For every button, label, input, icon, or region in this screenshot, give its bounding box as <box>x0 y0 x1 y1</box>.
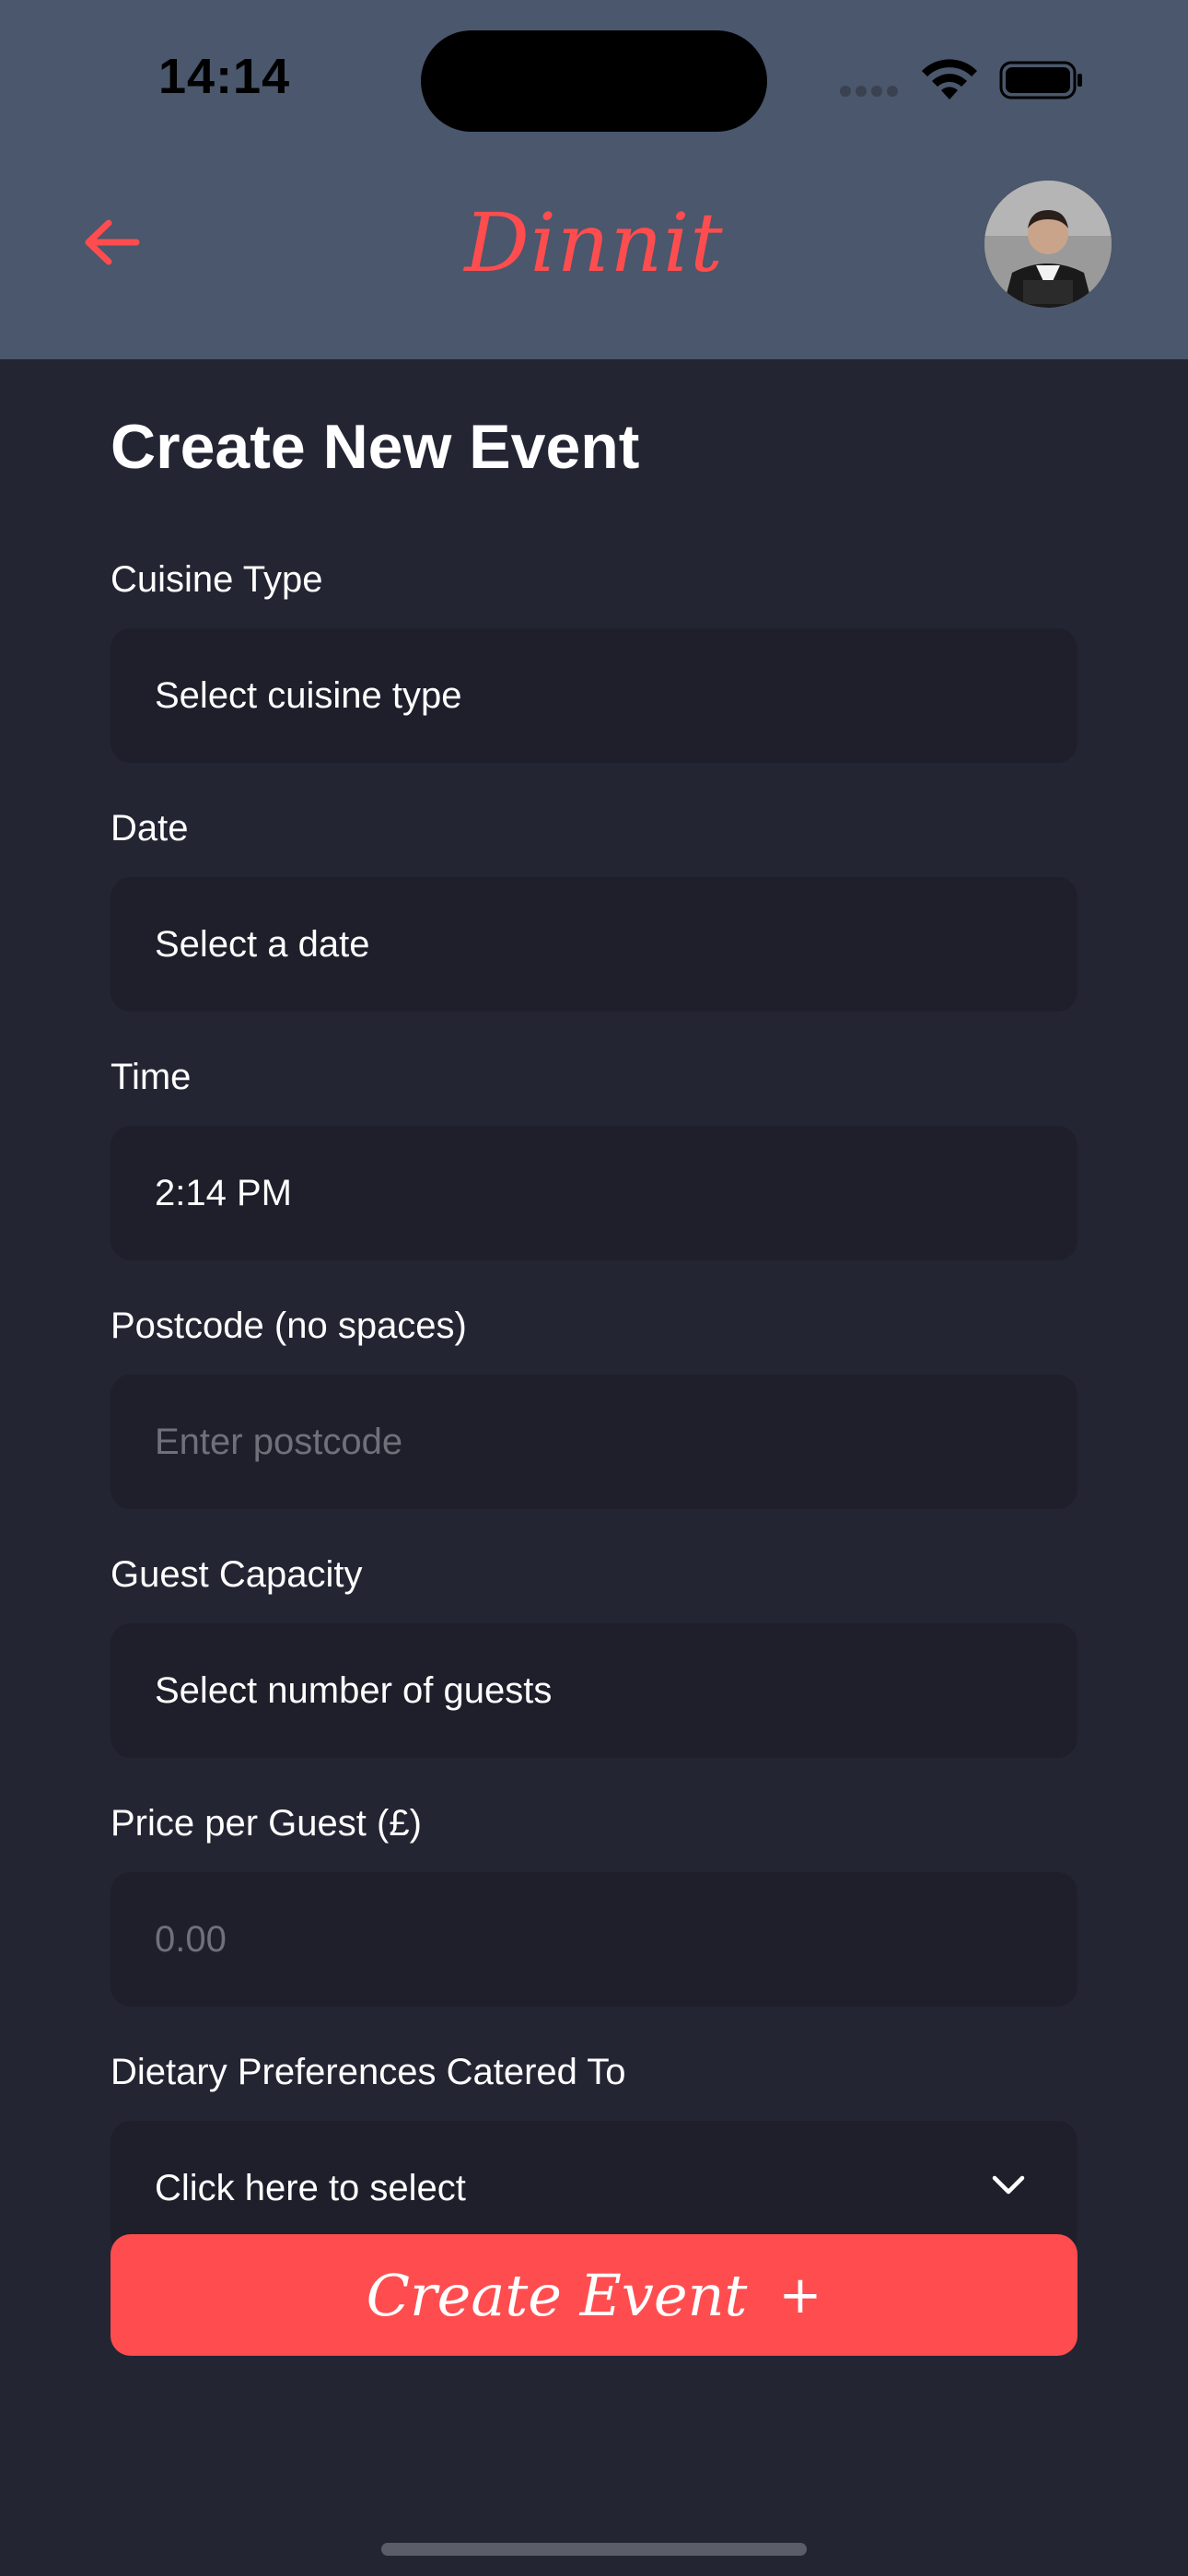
cuisine-type-select[interactable]: Select cuisine type <box>111 628 1077 763</box>
wifi-icon <box>922 59 977 100</box>
cuisine-type-value: Select cuisine type <box>155 674 462 716</box>
chevron-down-icon <box>992 2175 1025 2195</box>
guest-capacity-label: Guest Capacity <box>111 1554 363 1595</box>
create-event-label: Create Event <box>366 2261 748 2329</box>
dietary-preferences-label: Dietary Preferences Catered To <box>111 2052 626 2092</box>
dietary-preferences-value: Click here to select <box>155 2167 466 2208</box>
avatar-image <box>984 181 1112 308</box>
status-time: 14:14 <box>158 49 291 104</box>
battery-icon <box>999 61 1082 100</box>
back-arrow-icon[interactable] <box>81 212 142 273</box>
price-placeholder: 0.00 <box>155 1918 227 1960</box>
create-event-button[interactable]: Create Event + <box>111 2234 1077 2356</box>
app-logo: Dinnit <box>464 195 724 290</box>
guest-capacity-select[interactable]: Select number of guests <box>111 1623 1077 1758</box>
plus-icon: + <box>778 2265 822 2325</box>
postcode-placeholder: Enter postcode <box>155 1421 403 1462</box>
postcode-input[interactable]: Enter postcode <box>111 1375 1077 1509</box>
price-per-guest-input[interactable]: 0.00 <box>111 1872 1077 2007</box>
time-label: Time <box>111 1057 192 1097</box>
cellular-signal-icon <box>840 85 906 100</box>
home-indicator[interactable] <box>381 2543 807 2556</box>
cuisine-type-label: Cuisine Type <box>111 559 323 600</box>
date-label: Date <box>111 808 189 849</box>
guest-capacity-value: Select number of guests <box>155 1669 553 1711</box>
user-avatar[interactable] <box>984 181 1112 308</box>
time-picker[interactable]: 2:14 PM <box>111 1126 1077 1260</box>
postcode-label: Postcode (no spaces) <box>111 1306 467 1346</box>
dynamic-island <box>421 30 767 132</box>
date-picker[interactable]: Select a date <box>111 877 1077 1012</box>
time-value: 2:14 PM <box>155 1172 292 1213</box>
app-header: 14:14 Dinnit <box>0 0 1188 359</box>
page-title: Create New Event <box>111 412 640 482</box>
price-per-guest-label: Price per Guest (£) <box>111 1803 422 1844</box>
date-value: Select a date <box>155 923 370 965</box>
